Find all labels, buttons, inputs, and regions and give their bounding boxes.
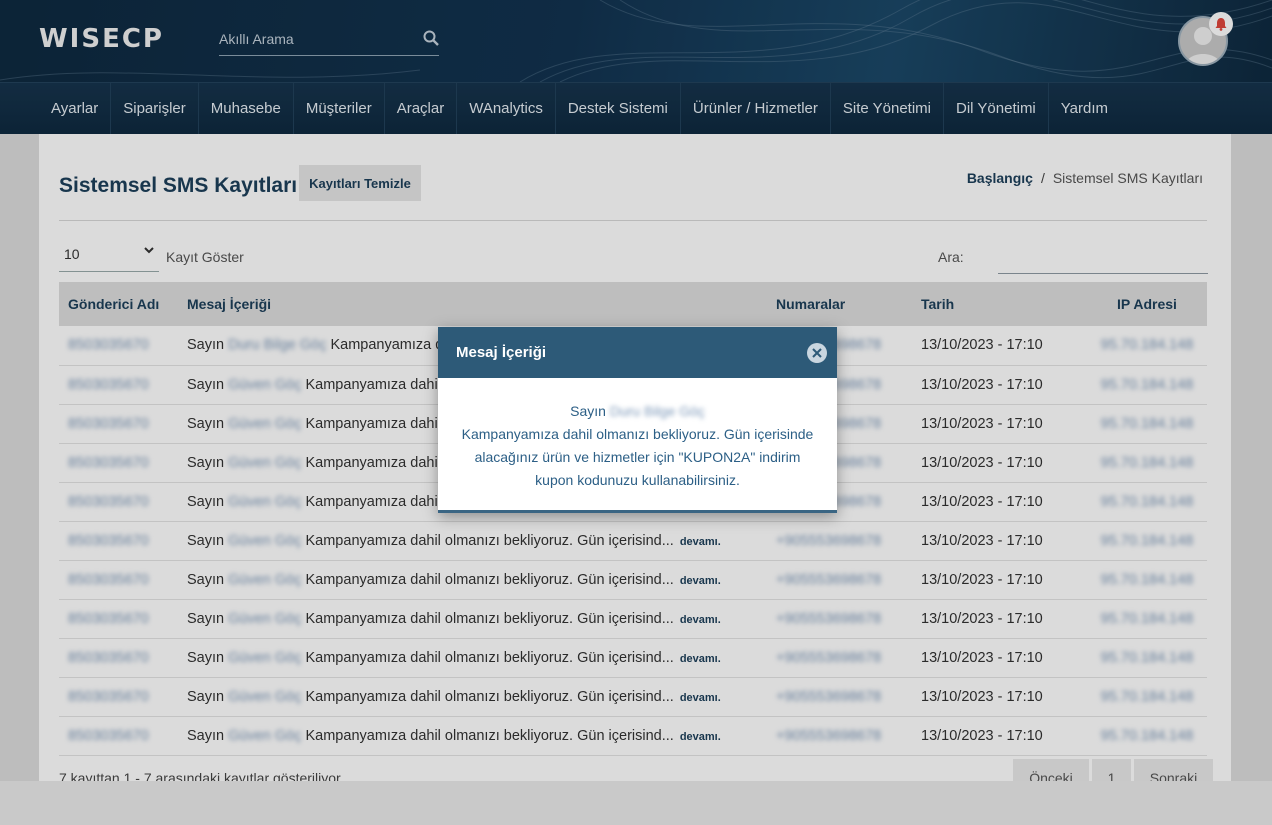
- modal-header: Mesaj İçeriği: [438, 327, 837, 378]
- modal-body: Sayın Duru Bilge Göç Kampanyamıza dahil …: [438, 378, 837, 492]
- modal-message-line: kupon kodunuzu kullanabilirsiniz.: [535, 472, 740, 488]
- modal-greeting: Sayın: [570, 403, 606, 419]
- modal-title: Mesaj İçeriği: [456, 344, 547, 361]
- modal-greeting-line: Sayın Duru Bilge Göç: [456, 400, 819, 423]
- message-content-modal: Mesaj İçeriği Sayın Duru Bilge Göç Kampa…: [438, 327, 837, 513]
- modal-close-button[interactable]: [807, 343, 827, 363]
- modal-message-line: alacağınız ürün ve hizmetler için "KUPON…: [474, 449, 801, 465]
- modal-message-line: Kampanyamıza dahil olmanızı bekliyoruz. …: [461, 426, 814, 442]
- modal-recipient-name: Duru Bilge Göç: [609, 403, 705, 419]
- close-icon: [812, 348, 822, 358]
